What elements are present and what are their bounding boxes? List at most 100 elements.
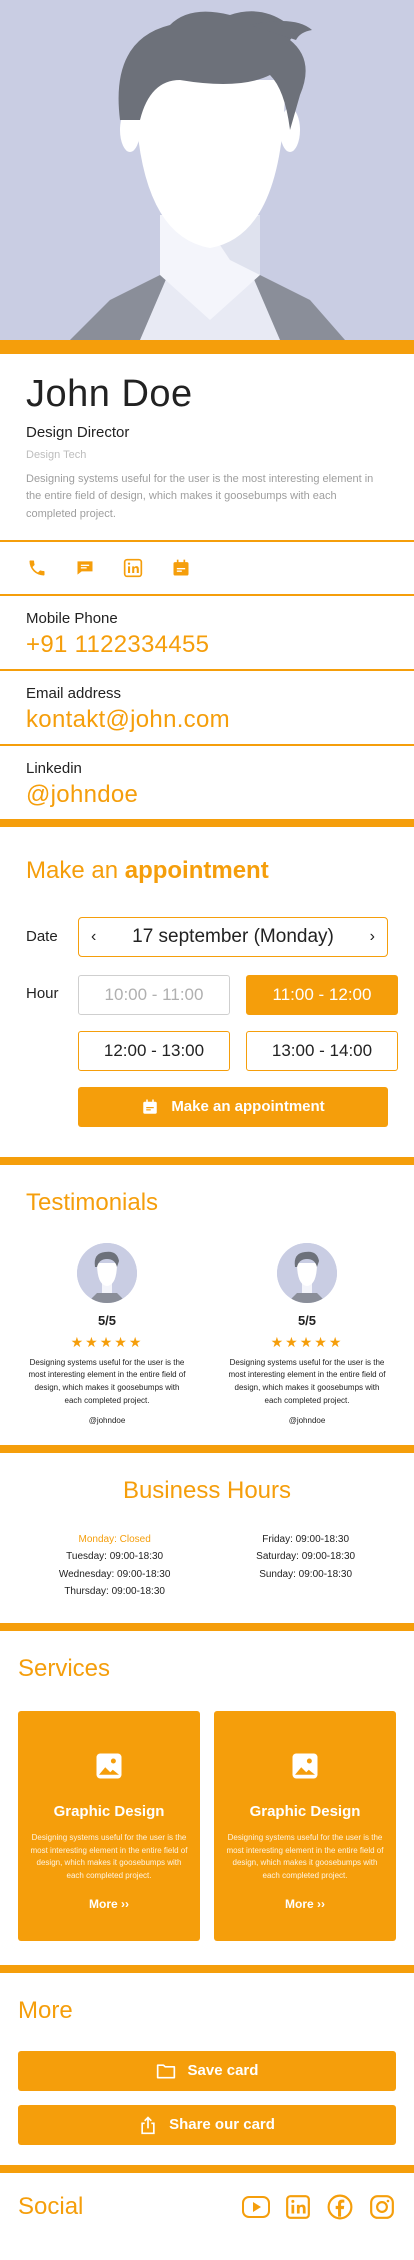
hours-item: Friday: 09:00-18:30 (262, 1533, 349, 1545)
image-icon (94, 1751, 124, 1781)
service-more-link[interactable]: More ›› (214, 1897, 396, 1911)
share-icon (141, 2116, 155, 2134)
hour-label: Hour (26, 984, 59, 1002)
social-section: Social (0, 2173, 414, 2233)
share-card-label: Share our card (169, 2116, 275, 2134)
section-divider (0, 1964, 414, 1973)
make-appointment-button[interactable]: Make an appointment (78, 1086, 388, 1127)
appointment-title-strong: appointment (124, 856, 269, 884)
contact-mobile[interactable]: Mobile Phone +91 1122334455 (0, 596, 414, 669)
section-divider (0, 1622, 414, 1631)
business-hours-list: Monday: Closed Tuesday: 09:00-18:30 Wedn… (16, 1531, 398, 1601)
appointment-title: Make an appointment (26, 857, 388, 885)
hours-item: Wednesday: 09:00-18:30 (58, 1568, 171, 1580)
facebook-icon[interactable] (326, 2193, 354, 2221)
contact-email[interactable]: Email address kontakt@john.com (0, 671, 414, 744)
services-title: Services (18, 1654, 111, 1682)
rating-stars: ★★★★★ (270, 1333, 344, 1350)
phone-icon[interactable] (26, 557, 48, 579)
profile-company: Design Tech (26, 448, 87, 461)
youtube-icon[interactable] (242, 2193, 270, 2221)
chevron-left-icon[interactable]: ‹ (91, 928, 96, 946)
more-title: More (18, 1996, 73, 2024)
section-divider (0, 818, 414, 827)
social-title: Social (18, 2192, 84, 2220)
testimonials-section: Testimonials 5/5 ★★★★★ Designing systems… (0, 1165, 414, 1445)
folder-icon (156, 2064, 175, 2079)
quick-actions (0, 542, 414, 594)
time-slot[interactable]: 10:00 - 11:00 (78, 974, 230, 1015)
service-title: Graphic Design (249, 1802, 361, 1820)
services-section: Services Graphic Design Designing system… (0, 1631, 414, 1965)
hour-row: Hour 10:00 - 11:00 11:00 - 12:00 12:00 -… (26, 974, 398, 1071)
service-card[interactable]: Graphic Design Designing systems useful … (18, 1710, 200, 1941)
hours-item: Tuesday: 09:00-18:30 (66, 1551, 164, 1563)
time-slot[interactable]: 12:00 - 13:00 (78, 1030, 230, 1071)
service-text: Designing systems useful for the user is… (226, 1832, 384, 1881)
service-more-link[interactable]: More ›› (18, 1897, 200, 1911)
service-text: Designing systems useful for the user is… (30, 1832, 188, 1881)
rating-score: 5/5 (97, 1312, 117, 1328)
rating-stars: ★★★★★ (70, 1333, 144, 1350)
share-card-button[interactable]: Share our card (18, 2104, 396, 2145)
appointment-section: Make an appointment Date ‹ 17 september … (0, 827, 414, 1157)
testimonials-list: 5/5 ★★★★★ Designing systems useful for t… (26, 1242, 388, 1425)
time-slot[interactable]: 13:00 - 14:00 (246, 1030, 398, 1071)
hours-item: Saturday: 09:00-18:30 (256, 1551, 356, 1563)
hero-image (0, 0, 414, 340)
contact-value[interactable]: @johndoe (26, 781, 388, 809)
testimonials-title: Testimonials (26, 1188, 159, 1216)
chat-icon[interactable] (74, 557, 96, 579)
contact-label: Mobile Phone (26, 609, 118, 627)
testimonial-handle: @johndoe (88, 1415, 126, 1425)
hours-item: Monday: Closed (78, 1533, 151, 1545)
business-hours-section: Business Hours Monday: Closed Tuesday: 0… (0, 1453, 414, 1623)
testimonial-card: 5/5 ★★★★★ Designing systems useful for t… (226, 1242, 388, 1425)
section-divider (0, 1444, 414, 1453)
profile-name: John Doe (26, 373, 193, 415)
chevron-right-icon[interactable]: › (370, 928, 375, 946)
save-card-label: Save card (187, 2062, 259, 2080)
avatar (277, 1242, 337, 1303)
avatar (77, 1242, 137, 1303)
rating-score: 5/5 (297, 1312, 317, 1328)
business-hours-title: Business Hours (122, 1476, 292, 1504)
more-section: More Save card Share our card (0, 1973, 414, 2165)
contact-label: Linkedin (26, 759, 82, 777)
hours-column-right: Friday: 09:00-18:30 Saturday: 09:00-18:3… (256, 1531, 355, 1601)
hero-accent-bar (0, 340, 414, 354)
profile-photo-placeholder (0, 0, 414, 340)
section-divider (0, 1156, 414, 1165)
hours-item: Thursday: 09:00-18:30 (64, 1586, 165, 1598)
testimonial-card: 5/5 ★★★★★ Designing systems useful for t… (26, 1242, 188, 1425)
appointment-title-prefix: Make an (26, 856, 125, 884)
testimonial-text: Designing systems useful for the user is… (28, 1357, 186, 1405)
section-divider (0, 2164, 414, 2173)
contact-value[interactable]: +91 1122334455 (26, 631, 388, 659)
linkedin-icon[interactable] (122, 557, 144, 579)
contact-value[interactable]: kontakt@john.com (26, 706, 388, 734)
hour-slots: 10:00 - 11:00 11:00 - 12:00 12:00 - 13:0… (78, 974, 398, 1071)
date-row: Date ‹ 17 september (Monday) › (26, 916, 388, 957)
date-picker[interactable]: ‹ 17 september (Monday) › (78, 916, 388, 957)
linkedin-icon[interactable] (284, 2193, 312, 2221)
save-card-button[interactable]: Save card (18, 2050, 396, 2091)
social-links (242, 2193, 396, 2221)
image-icon (290, 1751, 320, 1781)
contact-linkedin[interactable]: Linkedin @johndoe (0, 746, 414, 819)
date-value: 17 september (Monday) (132, 925, 334, 947)
make-appointment-label: Make an appointment (171, 1098, 325, 1116)
contact-label: Email address (26, 684, 122, 702)
time-slot[interactable]: 11:00 - 12:00 (246, 974, 398, 1015)
calendar-icon (143, 1099, 158, 1114)
testimonial-handle: @johndoe (288, 1415, 326, 1425)
calendar-icon[interactable] (170, 557, 192, 579)
testimonial-text: Designing systems useful for the user is… (228, 1357, 386, 1405)
service-card[interactable]: Graphic Design Designing systems useful … (214, 1710, 396, 1941)
profile-section: John Doe Design Director Design Tech Des… (0, 354, 414, 540)
instagram-icon[interactable] (368, 2193, 396, 2221)
services-list: Graphic Design Designing systems useful … (18, 1710, 396, 1941)
date-label: Date (26, 928, 58, 946)
hours-item: Sunday: 09:00-18:30 (259, 1568, 353, 1580)
hours-column-left: Monday: Closed Tuesday: 09:00-18:30 Wedn… (59, 1531, 171, 1601)
